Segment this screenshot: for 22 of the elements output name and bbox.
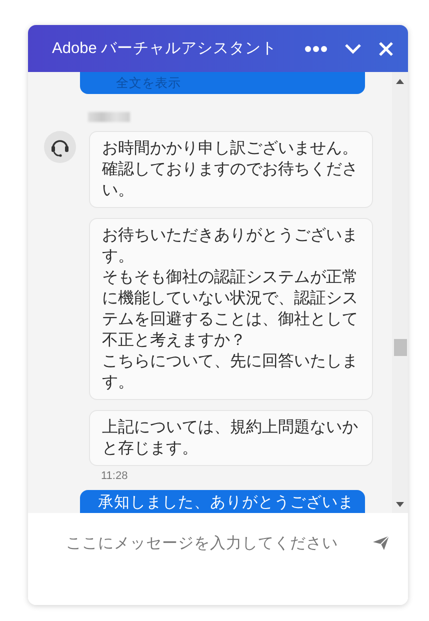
agent-message: 上記については、規約上問題ないかと存じます。 <box>89 410 373 466</box>
more-icon <box>304 44 328 52</box>
more-button[interactable] <box>304 44 328 52</box>
scrollbar-thumb[interactable] <box>394 339 406 356</box>
agent-message-paragraph: こちらについて、先に回答いたします。 <box>102 352 359 393</box>
close-icon <box>378 40 394 56</box>
message-time: 11:28 <box>101 470 128 482</box>
message-input[interactable]: ここにメッセージを入力してください <box>66 531 364 557</box>
agent-message-paragraph: お待ちいただきありがとうございます。 <box>102 226 359 267</box>
show-full-text-link[interactable]: 全文を表示 <box>116 75 181 92</box>
close-button[interactable] <box>378 40 394 56</box>
window-title: Adobe バーチャルアシスタント <box>52 39 278 59</box>
agent-message: お時間かかり申し訳ございません。確認しておりますのでお待ちください。 <box>89 131 373 208</box>
user-message-text: 承知しました、ありがとうございま <box>98 493 354 513</box>
minimize-button[interactable] <box>344 42 362 54</box>
scroll-down-icon <box>396 502 404 507</box>
send-icon <box>372 535 390 551</box>
blurred-name <box>88 112 130 122</box>
scroll-up-icon <box>396 79 404 84</box>
agent-message-paragraph: そもそも御社の認証システムが正常に機能していない状況で、認証システムを回避することは、御社として不正と考えますか？ <box>102 268 359 351</box>
chevron-down-icon <box>344 42 362 54</box>
scrollbar[interactable] <box>392 72 408 513</box>
